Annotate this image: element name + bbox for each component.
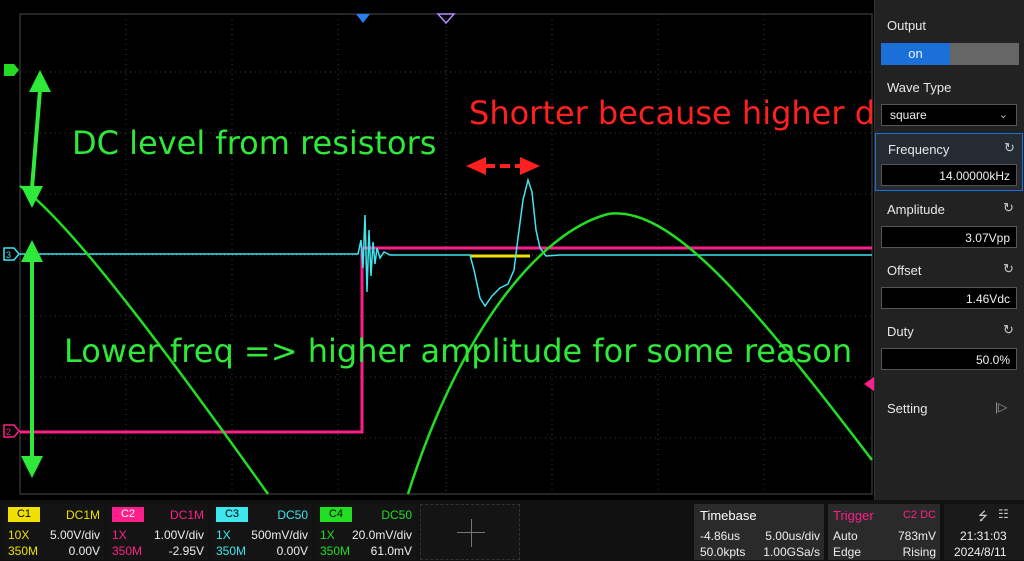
- offset-label: Offset: [887, 263, 922, 278]
- output-label: Output: [887, 18, 927, 33]
- plus-icon: [471, 519, 472, 547]
- clock-time: 21:31:03: [960, 529, 1007, 543]
- channel-3-coupling: DC50: [277, 508, 308, 522]
- channel-1-bw: 350M: [8, 544, 39, 558]
- expand-icon: |▷: [995, 400, 1008, 414]
- trigger-source: C2 DC: [902, 509, 936, 521]
- channel-2-info[interactable]: C2 DC1M 1X 1.00V/div 350M -2.95V: [108, 504, 208, 560]
- annotation-dc-level: DC level from resistors: [72, 124, 437, 162]
- trigger-info[interactable]: Trigger C2 DC Auto 783mV Edge Rising: [828, 504, 940, 560]
- channel-2-bw: 350M: [112, 544, 143, 558]
- waveform-display[interactable]: 3 2: [0, 0, 874, 500]
- setting-button[interactable]: Setting |▷: [875, 385, 1023, 435]
- channel-3-offset: 0.00V: [276, 544, 308, 558]
- frequency-group[interactable]: Frequency ↻ 14.00000kHz: [875, 133, 1023, 191]
- output-on-indicator: on: [881, 43, 950, 65]
- timebase-points: 50.0kpts: [700, 545, 746, 559]
- channel-3-bw: 350M: [216, 544, 247, 558]
- chevron-down-icon: ⌄: [998, 109, 1008, 121]
- trigger-type: Edge: [833, 545, 862, 559]
- reset-icon[interactable]: ↻: [1003, 322, 1014, 338]
- channel-3-info[interactable]: C3 DC50 1X 500mV/div 350M 0.00V: [212, 504, 312, 560]
- output-toggle[interactable]: on: [881, 43, 1019, 65]
- channel-1-scale: 5.00V/div: [49, 528, 100, 542]
- trigger-level: 783mV: [897, 529, 936, 543]
- annotation-lower-freq: Lower freq => higher amplitude for some …: [64, 332, 853, 370]
- svg-text:3: 3: [6, 250, 11, 260]
- channel-1-info[interactable]: C1 DC1M 10X 5.00V/div 350M 0.00V: [4, 504, 104, 560]
- channel-1-offset: 0.00V: [68, 544, 100, 558]
- reset-icon[interactable]: ↻: [1004, 140, 1015, 156]
- timebase-info[interactable]: Timebase -4.86us 5.00us/div 50.0kpts 1.0…: [694, 504, 824, 560]
- trigger-label: Trigger: [833, 508, 874, 523]
- duty-field[interactable]: 50.0%: [881, 348, 1017, 370]
- channel-4-tag: C4: [320, 507, 352, 522]
- offset-field[interactable]: 1.46Vdc: [881, 287, 1017, 309]
- setting-label: Setting: [887, 401, 928, 416]
- duty-label: Duty: [887, 324, 914, 339]
- svg-text:2: 2: [6, 427, 11, 437]
- timebase-rate: 1.00GSa/s: [763, 545, 820, 559]
- channel-2-probe: 1X: [112, 528, 127, 542]
- timebase-delay: -4.86us: [700, 529, 741, 543]
- wave-type-select[interactable]: square ⌄: [881, 104, 1017, 126]
- system-status: ⭍ ☷ 21:31:03 2024/8/11: [944, 504, 1024, 560]
- annotation-shorter: Shorter because higher di/dt: [469, 94, 928, 132]
- usb-icon: ⭍: [978, 509, 988, 523]
- trigger-slope: Rising: [902, 545, 936, 559]
- add-channel-slot[interactable]: [420, 504, 520, 560]
- channel-4-coupling: DC50: [381, 508, 412, 522]
- wave-type-label: Wave Type: [887, 80, 952, 95]
- channel-4-scale: 20.0mV/div: [351, 528, 412, 542]
- channel-3-scale: 500mV/div: [251, 528, 308, 542]
- reset-icon[interactable]: ↻: [1003, 261, 1014, 277]
- amplitude-label: Amplitude: [887, 202, 945, 217]
- amplitude-field[interactable]: 3.07Vpp: [881, 226, 1017, 248]
- oscilloscope-screen: 3 2 DC level from resistors Shorter beca…: [0, 0, 1024, 561]
- channel-2-coupling: DC1M: [169, 508, 204, 522]
- timebase-scale: 5.00us/div: [765, 529, 820, 543]
- plus-icon-bar: [457, 532, 485, 533]
- channel-2-tag: C2: [112, 507, 144, 522]
- reset-icon[interactable]: ↻: [1003, 200, 1014, 216]
- channel-1-probe: 10X: [8, 528, 30, 542]
- wavegen-panel: Output on Wave Type square ⌄ Frequency ↻…: [874, 0, 1024, 500]
- trigger-mode: Auto: [833, 529, 858, 543]
- channel-1-coupling: DC1M: [65, 508, 100, 522]
- channel-3-probe: 1X: [216, 528, 231, 542]
- frequency-field[interactable]: 14.00000kHz: [881, 164, 1017, 186]
- channel-4-probe: 1X: [320, 528, 335, 542]
- channel-1-tag: C1: [8, 507, 40, 522]
- timebase-label: Timebase: [700, 508, 757, 523]
- channel-3-tag: C3: [216, 507, 248, 522]
- frequency-label: Frequency: [888, 142, 950, 157]
- channel-4-bw: 350M: [320, 544, 351, 558]
- channel-2-offset: -2.95V: [168, 544, 204, 558]
- channel-4-info[interactable]: C4 DC50 1X 20.0mV/div 350M 61.0mV: [316, 504, 416, 560]
- clock-date: 2024/8/11: [954, 545, 1007, 559]
- network-icon: ☷: [998, 507, 1009, 521]
- channel-2-scale: 1.00V/div: [153, 528, 204, 542]
- channel-4-offset: 61.0mV: [370, 544, 412, 558]
- wave-type-value: square: [890, 108, 927, 122]
